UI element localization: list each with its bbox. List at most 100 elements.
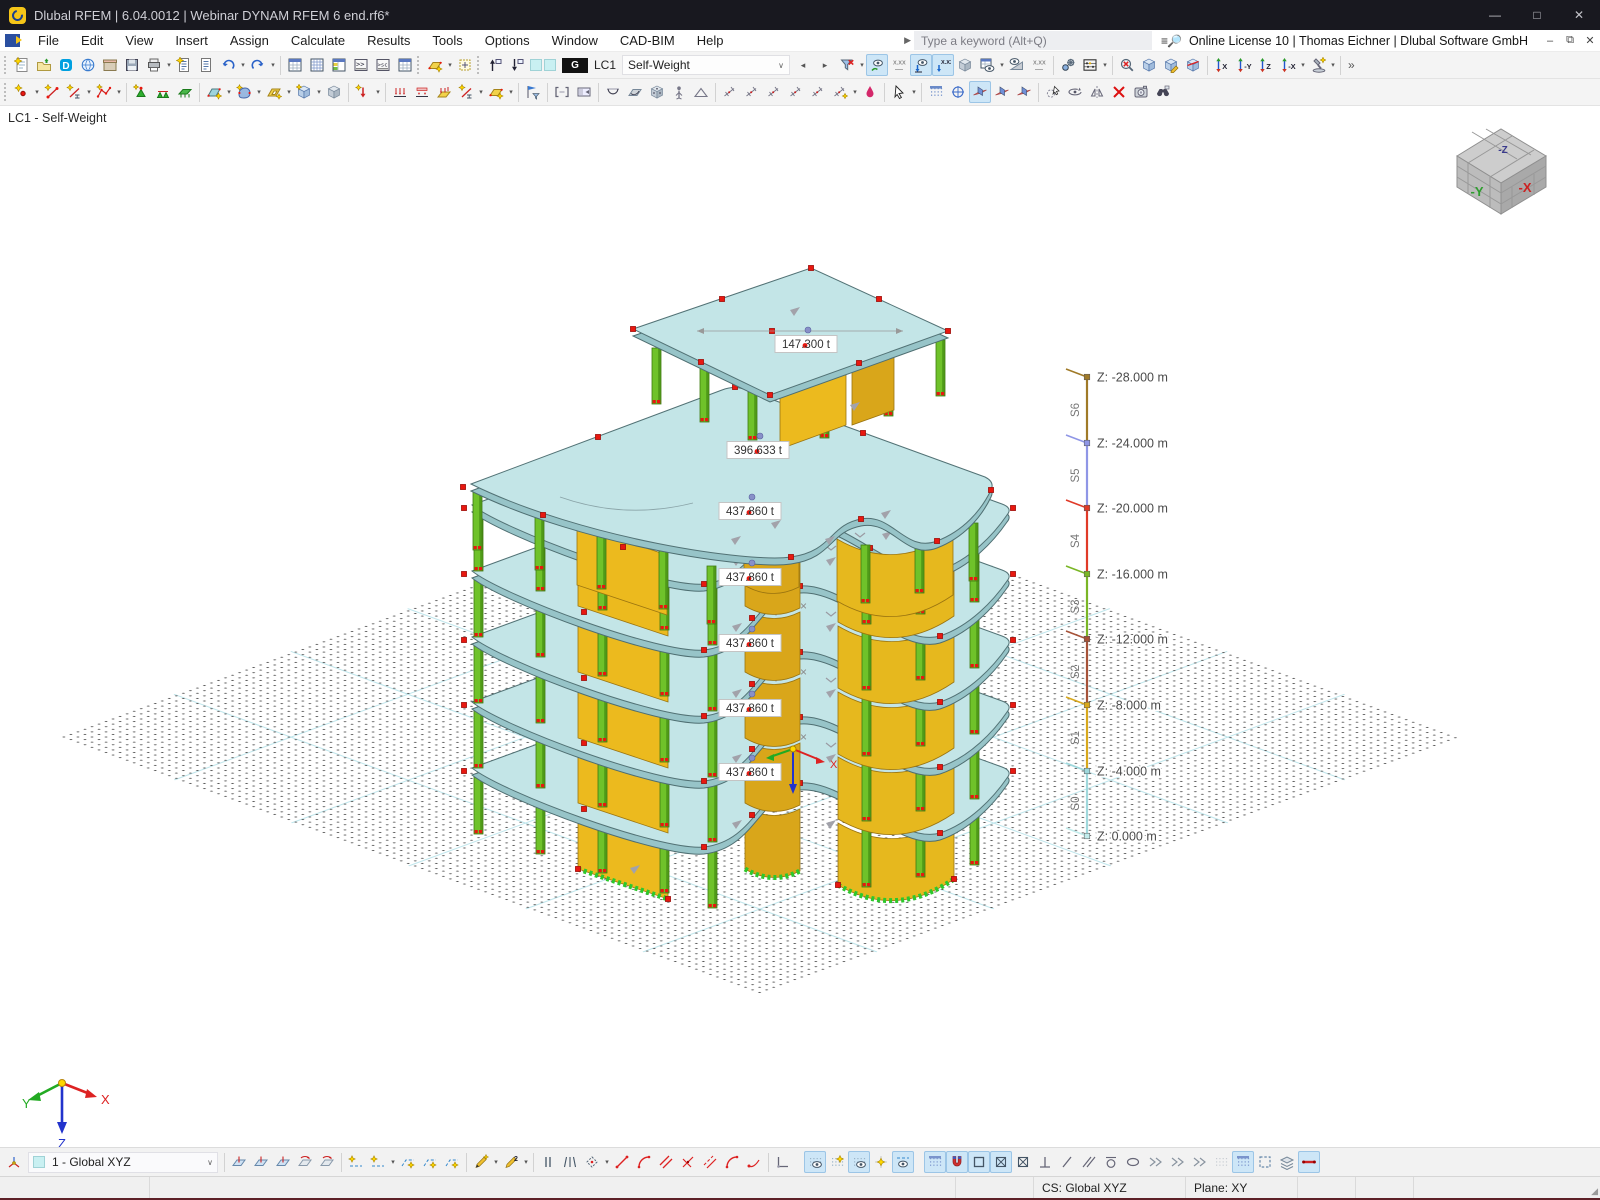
new-surface-support-button[interactable] [174,81,196,103]
snap-endpoints-button[interactable] [968,1151,990,1173]
print-button[interactable] [143,54,165,76]
new-nodal-load-dropdown-icon[interactable]: ▾ [374,81,382,103]
calculate-all-button[interactable] [1079,54,1101,76]
visibility-filter-button[interactable] [522,81,544,103]
show-grid-button[interactable] [925,81,947,103]
result-visibility-button[interactable] [976,54,998,76]
show-snap-grid-button[interactable] [848,1151,870,1173]
print-dropdown-icon[interactable]: ▾ [165,54,173,76]
resize-grip[interactable]: ◢ [1584,1177,1600,1198]
guideline-grid-button[interactable] [441,1151,463,1173]
snap-grid-button[interactable] [826,1151,848,1173]
menu-assign[interactable]: Assign [219,30,280,51]
search-collapse-icon[interactable]: ▶ [904,35,911,46]
direct-input-button[interactable] [470,1151,492,1173]
import-loads-button[interactable] [484,54,506,76]
snap-quadrant-button[interactable] [1166,1151,1188,1173]
dimension-slope-button[interactable] [807,81,829,103]
line-grid-button[interactable] [537,1151,559,1173]
new-surface-load-button[interactable] [433,81,455,103]
move-workplane-button[interactable] [316,1151,338,1173]
new-cut-button[interactable] [323,81,345,103]
dlubal-center-button[interactable]: D [55,54,77,76]
show-deformed-button[interactable] [1006,54,1028,76]
model-viewport[interactable]: LC1 - Self-Weight ×× ×× ×× ×× ×× X Z: -2… [0,106,1600,1147]
display-properties-dropdown-icon[interactable]: ▾ [1329,54,1337,76]
section-plane-button[interactable] [1298,1151,1320,1173]
view-in-x-button[interactable]: X [1211,54,1233,76]
menu-edit[interactable]: Edit [70,30,114,51]
new-node-dropdown-icon[interactable]: ▾ [33,81,41,103]
result-sections-button[interactable] [690,81,712,103]
dimension-linear-button[interactable] [719,81,741,103]
script-console-button[interactable]: >sc [372,54,394,76]
toolbar-drag-handle[interactable] [4,56,8,74]
show-loads-button[interactable] [866,54,889,76]
edit-surface-button[interactable] [424,54,446,76]
clipping-animation-button[interactable] [573,81,595,103]
mdi-restore-button[interactable]: ⧉ [1560,31,1580,51]
toolbar-drag-handle[interactable] [477,56,481,74]
new-dimension-button[interactable] [829,81,851,103]
set-workplane-yz-button[interactable] [272,1151,294,1173]
new-solid-button[interactable] [233,81,255,103]
window-maximize-button[interactable]: □ [1516,0,1558,30]
table-filters-button[interactable] [328,54,350,76]
new-block-button[interactable] [293,81,315,103]
new-guideline-button[interactable] [345,1151,367,1173]
new-block-dropdown-icon[interactable]: ▾ [315,81,323,103]
new-free-load-dropdown-icon[interactable]: ▾ [477,81,485,103]
dimension-aligned-button[interactable] [741,81,763,103]
edit-tables-button[interactable] [306,54,328,76]
new-model-button[interactable] [11,54,33,76]
show-max-values-button[interactable]: X.XX [1028,54,1050,76]
draw-intersection-button[interactable] [677,1151,699,1173]
result-solids-button[interactable] [646,81,668,103]
dimension-angular-button[interactable] [763,81,785,103]
menu-help[interactable]: Help [686,30,735,51]
next-load-case-button[interactable]: ▸ [814,54,836,76]
new-printout-report-button[interactable] [173,54,195,76]
orbit-view-button[interactable] [1064,81,1086,103]
new-member-load-button[interactable] [389,81,411,103]
select-objects-button[interactable] [1042,81,1064,103]
cancel-mode-button[interactable] [1108,81,1130,103]
view-in-minus-x-button[interactable]: -X [1277,54,1299,76]
calculate-all-dropdown-icon[interactable]: ▾ [1101,54,1109,76]
show-grid-points-button[interactable] [804,1151,826,1173]
view-in-minus-y-button[interactable]: -Y [1233,54,1255,76]
result-surfaces-button[interactable] [624,81,646,103]
undo-dropdown-icon[interactable]: ▾ [239,54,247,76]
edit-surface-dropdown-icon[interactable]: ▾ [446,54,454,76]
menu-window[interactable]: Window [541,30,609,51]
snap-perpendicular-button[interactable] [1034,1151,1056,1173]
filter-loads-dropdown-icon[interactable]: ▾ [858,54,866,76]
display-properties-button[interactable] [1307,54,1329,76]
menu-tools[interactable]: Tools [421,30,473,51]
new-polyline-dropdown-icon[interactable]: ▾ [115,81,123,103]
menu-view[interactable]: View [114,30,164,51]
line-fan-button[interactable] [559,1151,581,1173]
menu-results[interactable]: Results [356,30,421,51]
snap-parallel-button[interactable] [1078,1151,1100,1173]
snap-intersections-button[interactable] [990,1151,1012,1173]
new-opening-button[interactable] [263,81,285,103]
input-mode-button[interactable]: 2 [500,1151,522,1173]
calculation-settings-button[interactable] [1057,54,1079,76]
select-special-dropdown-icon[interactable]: ▾ [910,81,918,103]
snap-magnet-button[interactable] [946,1151,968,1173]
printout-report-button[interactable] [195,54,217,76]
new-guideline-offset-button[interactable] [367,1151,389,1173]
export-loads-button[interactable] [506,54,528,76]
snap-ellipse-button[interactable] [1122,1151,1144,1173]
ortho-mode-button[interactable] [772,1151,794,1173]
new-guideline-offset-dropdown-icon[interactable]: ▾ [389,1151,397,1173]
draw-offset-button[interactable] [699,1151,721,1173]
coordinate-system-icon-button[interactable] [3,1151,25,1173]
snap-shape-dropdown-icon[interactable]: ▾ [603,1151,611,1173]
result-diagrams-button[interactable] [602,81,624,103]
snap-center-button[interactable] [1100,1151,1122,1173]
menu-file[interactable]: File [27,30,70,51]
set-workplane-xz-button[interactable] [250,1151,272,1173]
new-opening-dropdown-icon[interactable]: ▾ [285,81,293,103]
